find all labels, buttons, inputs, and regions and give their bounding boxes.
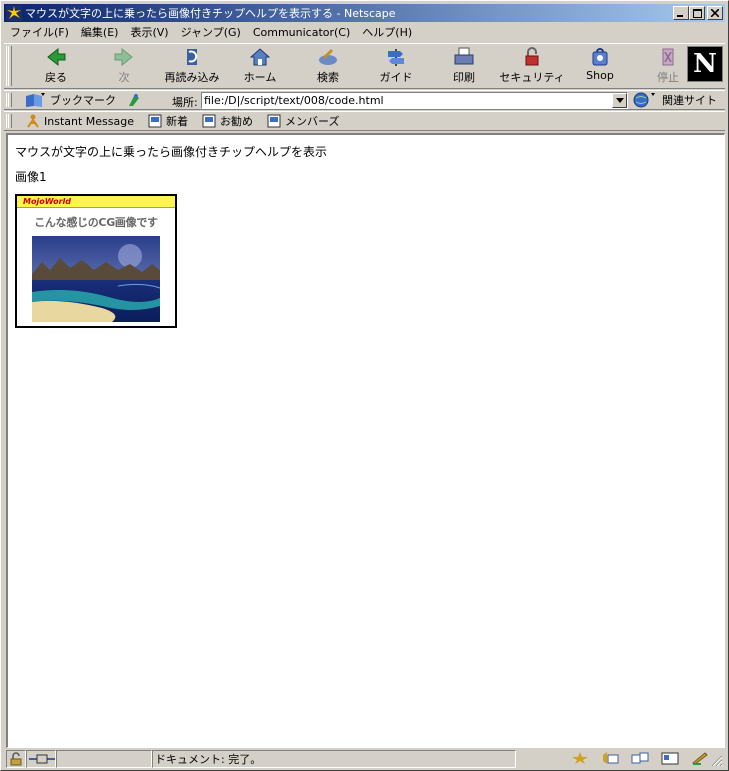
navigation-toolbar: 戻る 次 再読み込み ホーム 検索 ガイド 印刷 セキュリティ Shop 停止 … [4,43,725,89]
netscape-n-logo-icon: N [693,49,717,79]
bookmark-page-icon [202,114,216,128]
page-content[interactable]: マウスが文字の上に乗ったら画像付きチップヘルプを表示 画像1 MojoWorld… [6,133,725,748]
home-icon [249,48,271,66]
menu-help[interactable]: ヘルプ(H) [356,24,418,40]
hover-text[interactable]: マウスが文字の上に乗ったら画像付きチップヘルプを表示 [15,143,327,160]
navigator-icon[interactable] [571,751,589,765]
menu-file[interactable]: ファイル(F) [4,24,75,40]
bookmarks-icon [26,93,45,107]
url-field[interactable] [201,92,628,109]
personal-item-label: メンバーズ [285,115,340,128]
url-input[interactable] [202,93,610,108]
personal-item-label: 新着 [166,115,188,128]
landscape-picture [32,236,160,322]
progress-bar [56,750,152,768]
forward-icon [114,47,133,67]
connection-status-cell[interactable] [26,750,56,768]
personal-item-instant-message[interactable]: Instant Message [26,114,134,128]
personal-toolbar: Instant Message 新着 お勧め メンバーズ [4,111,725,131]
search-label: 検索 [317,71,339,84]
security-status-cell[interactable] [6,750,26,768]
personal-item-recommend[interactable]: お勧め [202,113,253,129]
personal-item-new[interactable]: 新着 [148,113,188,129]
related-sites-button[interactable]: 関連サイト [632,92,717,108]
security-icon [525,47,539,66]
guide-button[interactable]: ガイド [362,46,430,86]
title-bar[interactable]: マウスが文字の上に乗ったら画像付きチップヘルプを表示する - Netscape [4,4,725,22]
url-dropdown-button[interactable] [612,93,627,108]
print-button[interactable]: 印刷 [430,46,498,86]
personal-item-label: お勧め [220,115,253,128]
maximize-button[interactable] [689,6,705,20]
location-toolbar: ブックマーク 場所: 関連サイト [4,90,725,110]
stop-icon [662,48,674,66]
back-icon [47,47,66,67]
component-bar [559,751,709,765]
guide-icon [388,49,404,66]
personal-item-members[interactable]: メンバーズ [267,113,339,129]
personal-item-label: Instant Message [44,114,134,128]
mail-icon[interactable] [601,751,619,765]
page-proxy-icon[interactable] [126,92,142,111]
print-icon [454,47,474,65]
menu-communicator[interactable]: Communicator(C) [247,26,356,39]
close-button[interactable] [707,6,723,20]
search-button[interactable]: 検索 [294,46,362,86]
search-icon [319,48,337,65]
image-caption: 画像1 [15,170,47,184]
plug-icon [29,754,55,764]
bookmarks-button[interactable]: ブックマーク [24,92,116,108]
menu-bar: ファイル(F) 編集(E) 表示(V) ジャンプ(G) Communicator… [4,23,725,41]
netscape-logo[interactable]: N [687,46,723,82]
window-title: マウスが文字の上に乗ったら画像付きチップヘルプを表示する - Netscape [25,7,396,20]
security-button[interactable]: セキュリティ [498,46,566,86]
security-label: セキュリティ [499,71,565,84]
reload-label: 再読み込み [164,71,220,84]
toolbar-grip[interactable] [6,46,12,86]
composer-icon[interactable] [691,751,709,765]
cg-sample-image[interactable]: MojoWorld こんな感じのCG画像です [15,194,177,328]
related-sites-icon [633,92,655,108]
back-label: 戻る [45,71,67,84]
menu-go[interactable]: ジャンプ(G) [175,24,247,40]
forward-button[interactable]: 次 [90,46,158,86]
bookmark-page-icon [267,114,281,128]
status-bar: ドキュメント: 完了。 [4,749,725,769]
bookmarks-label: ブックマーク [50,94,116,107]
print-label: 印刷 [453,71,475,84]
shop-label: Shop [586,69,614,82]
toolbar-grip[interactable] [6,93,12,107]
location-label: 場所: [172,96,198,109]
minimize-button[interactable] [673,6,689,20]
bookmark-page-icon [148,114,162,128]
back-button[interactable]: 戻る [22,46,90,86]
ad-header: MojoWorld [17,196,175,208]
instant-message-icon [27,114,39,128]
address-book-icon[interactable] [661,751,679,765]
lock-icon [10,752,22,766]
browser-window: マウスが文字の上に乗ったら画像付きチップヘルプを表示する - Netscape … [0,0,729,771]
shop-button[interactable]: Shop [566,46,634,86]
home-label: ホーム [243,71,277,84]
reload-button[interactable]: 再読み込み [158,46,226,86]
guide-label: ガイド [379,71,413,84]
home-button[interactable]: ホーム [226,46,294,86]
ad-brand: MojoWorld [23,197,71,206]
resize-grip-icon[interactable] [711,755,723,767]
ad-tagline: こんな感じのCG画像です [34,216,158,229]
related-sites-label: 関連サイト [662,94,717,107]
status-text: ドキュメント: 完了。 [155,753,262,766]
reload-icon [187,49,198,65]
status-message: ドキュメント: 完了。 [152,750,516,768]
newsgroup-icon[interactable] [631,751,649,765]
chevron-down-icon [615,98,624,103]
menu-view[interactable]: 表示(V) [124,24,174,40]
shop-icon [592,48,608,66]
toolbar-grip[interactable] [6,114,12,128]
menu-edit[interactable]: 編集(E) [75,24,125,40]
stop-label: 停止 [657,71,679,84]
forward-label: 次 [118,71,130,84]
netscape-app-icon [6,5,22,21]
